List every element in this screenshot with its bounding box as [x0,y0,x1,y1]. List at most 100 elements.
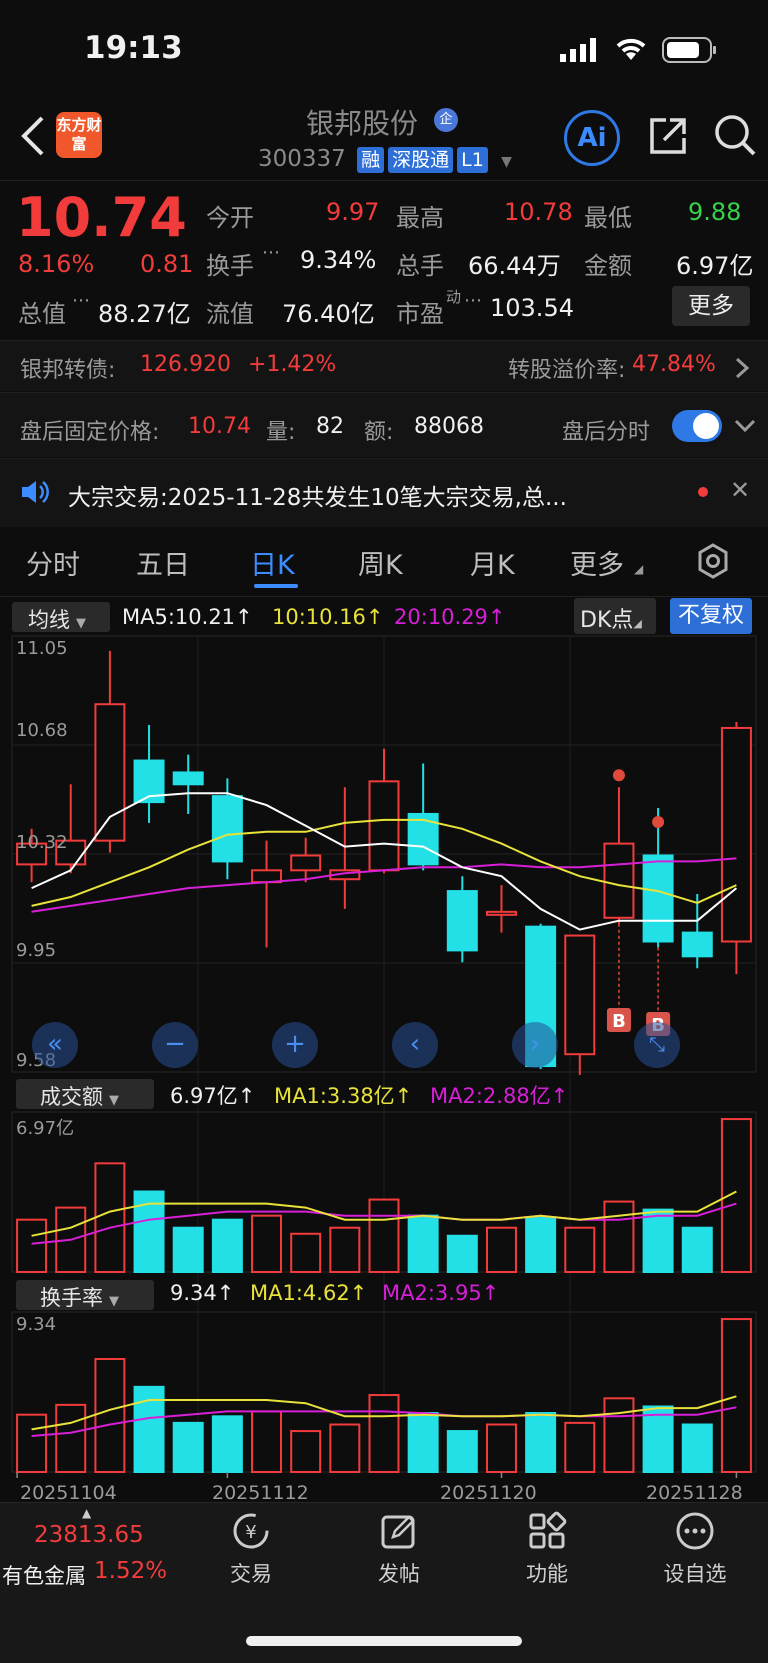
amount-bar [16,1218,48,1273]
enterprise-badge-icon: 企 [434,108,458,132]
turnover-bar [642,1405,674,1474]
more-button[interactable]: 更多 [672,286,750,326]
amount-bar [446,1234,478,1274]
tab-weekly-k[interactable]: 周K [358,543,403,582]
home-indicator [246,1636,522,1646]
scroll-right-button[interactable]: › [512,1022,558,1068]
info-icon[interactable]: ⋯ [262,242,280,263]
label-mktcap: 总值 [18,300,66,328]
speaker-icon [20,478,50,506]
candle-body [485,910,517,916]
label-volume: 总手 [396,252,444,280]
expand-icon[interactable]: ⤡ [634,1022,680,1068]
sector-name[interactable]: 有色金属 [2,1560,86,1590]
zoom-in-button[interactable]: + [272,1022,318,1068]
app-logo: 东方财富 [56,112,102,158]
tab-daily-k[interactable]: 日K [250,543,295,582]
price-current: 10.74 [16,186,187,249]
turnover-bar [564,1421,596,1473]
amount-bar [525,1216,557,1274]
turnover-bar [603,1397,635,1473]
turnover-bar [251,1410,283,1473]
legend-turnover-ma2: MA2:3.95↑ [382,1281,500,1305]
chevron-right-icon[interactable] [734,356,750,380]
y-label: 10.68 [16,720,68,741]
legend-turnover-ma1: MA1:4.62↑ [250,1281,368,1305]
y-label-amount: 6.97亿 [16,1118,75,1139]
candle-body [564,934,596,1056]
tab-intraday[interactable]: 分时 [26,543,80,582]
indicator-selector-turnover[interactable]: 换手率 ▼ [16,1280,154,1310]
value-low: 9.88 [688,198,742,226]
stock-code-row: 300337 融深股通 L1 ▼ [258,146,512,173]
nav-trade[interactable]: ¥ 交易 [196,1510,306,1588]
chevron-down-icon[interactable] [734,418,756,434]
value-convertible-pct: +1.42% [248,352,337,377]
info-icon[interactable]: ⋯ [464,290,482,311]
dk-dot [612,769,625,782]
candle-body [290,854,322,872]
pe-dynamic-icon: 动 [446,288,462,306]
turnover-bar [681,1423,713,1474]
close-icon[interactable]: ✕ [730,476,750,504]
indicator-selector-ma[interactable]: 均线 ▼ [12,602,110,632]
nav-watchlist[interactable]: 设自选 [640,1510,750,1588]
chevron-down-icon[interactable]: ▼ [501,154,512,170]
price-pct: 8.16% [18,250,95,278]
turnover-bar [525,1412,557,1474]
buy-marker-label: B [612,1011,626,1032]
share-icon[interactable] [646,114,690,158]
battery-icon [662,36,718,64]
svg-text:¥: ¥ [245,1522,256,1543]
kline-chart[interactable]: BB [0,634,768,1504]
tab-monthly-k[interactable]: 月K [470,543,515,582]
sector-pct: 1.52% [94,1558,168,1584]
notice-text[interactable]: 大宗交易:2025-11-28共发生10笔大宗交易,总... [68,478,567,512]
no-adjust-button[interactable]: 不复权 [670,598,752,634]
label-turnover: 换手 [206,252,254,280]
nav-post[interactable]: 发帖 [344,1510,454,1588]
x-date-label: 20251128 [646,1482,743,1504]
value-pe: 103.54 [490,294,574,322]
amount-bar [564,1226,596,1273]
value-turnover: 9.34% [300,246,377,274]
legend-ma5: MA5:10.21↑ [122,605,253,629]
tab-active-indicator [254,584,298,588]
scroll-left-button[interactable]: ‹ [392,1022,438,1068]
y-label-turnover: 9.34 [16,1314,57,1335]
index-value[interactable]: 23813.65 [34,1522,144,1548]
after-hours-toggle[interactable] [672,410,722,442]
candle-body [642,854,674,943]
amount-bar [290,1232,322,1273]
zoom-out-button[interactable]: − [152,1022,198,1068]
grid-icon [529,1511,567,1549]
turnover-bar [172,1421,204,1473]
label-after-amt: 额: [364,420,394,445]
turnover-bar [290,1430,322,1474]
back-icon[interactable] [18,114,48,158]
gear-icon[interactable] [694,542,732,580]
amount-bar [603,1200,635,1273]
turnover-bar [329,1423,361,1474]
status-time: 19:13 [84,30,183,66]
tag-connect: 深股通 [388,146,454,173]
turnover-bar [94,1358,126,1473]
nav-functions[interactable]: 功能 [492,1510,602,1588]
indicator-selector-amount[interactable]: 成交额 ▼ [16,1079,154,1109]
search-icon[interactable] [712,112,758,158]
wifi-icon [614,36,648,62]
amount-bar [681,1226,713,1273]
info-icon[interactable]: ⋯ [72,290,90,311]
candle-body [211,795,243,863]
tab-more[interactable]: 更多 [570,543,624,582]
ai-button[interactable]: Ai [564,110,620,166]
dk-point-button[interactable]: DK点◢ [574,598,656,634]
label-amount: 金额 [584,252,632,280]
label-after-toggle: 盘后分时 [562,420,651,445]
edit-icon [381,1515,415,1549]
scroll-left-fast-button[interactable]: « [32,1022,78,1068]
tab-five-day[interactable]: 五日 [136,543,190,582]
signal-icon [560,38,600,62]
value-float: 76.40亿 [282,300,375,328]
turnover-bar [55,1403,87,1473]
